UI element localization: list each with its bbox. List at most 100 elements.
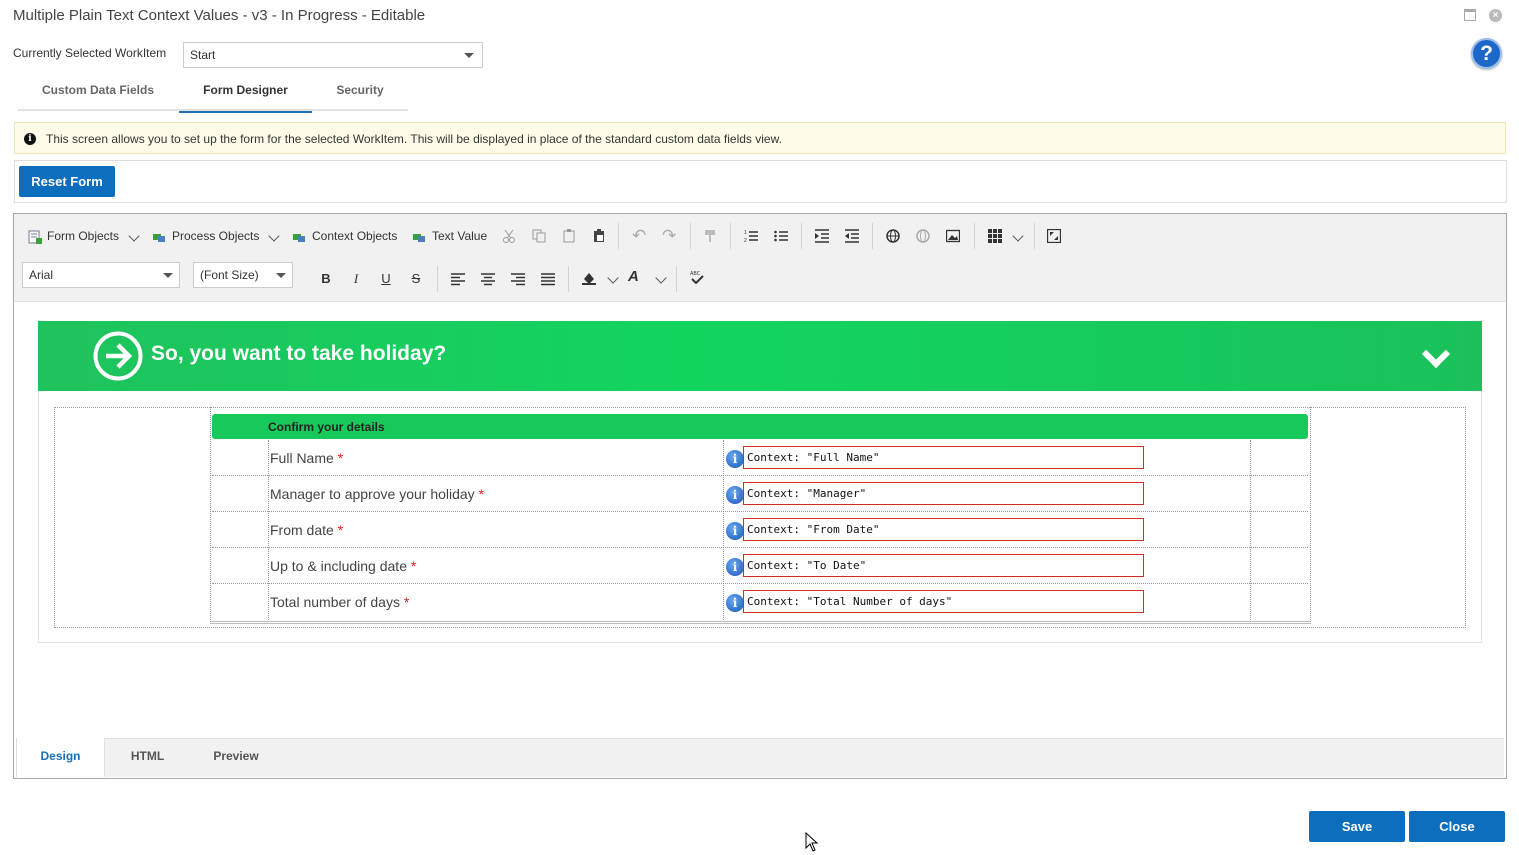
outdent-icon[interactable] bbox=[845, 229, 859, 243]
text-value-button[interactable]: Text Value bbox=[432, 229, 487, 243]
format-painter-icon[interactable] bbox=[704, 229, 718, 243]
paste-word-icon[interactable] bbox=[592, 229, 606, 243]
text-value-icon bbox=[413, 234, 425, 242]
section-title: Confirm your details bbox=[268, 420, 385, 434]
help-icon[interactable]: ? bbox=[1471, 38, 1502, 69]
font-color-icon[interactable]: A bbox=[628, 268, 639, 285]
chevron-down-icon bbox=[163, 273, 173, 278]
chevron-down-icon[interactable] bbox=[268, 230, 280, 242]
info-icon: i bbox=[24, 133, 36, 145]
reset-form-button[interactable]: Reset Form bbox=[19, 166, 115, 197]
form-objects-icon bbox=[28, 230, 42, 244]
toolbar-divider bbox=[437, 266, 438, 292]
strikethrough-button[interactable]: S bbox=[408, 271, 424, 286]
close-window-icon[interactable]: × bbox=[1489, 9, 1502, 22]
insert-image-icon[interactable] bbox=[946, 229, 960, 243]
table-row-divider bbox=[212, 475, 1308, 476]
workitem-select-value: Start bbox=[190, 48, 216, 62]
context-objects-icon bbox=[293, 234, 305, 242]
font-family-select[interactable]: Arial bbox=[22, 262, 180, 288]
svg-text:1: 1 bbox=[744, 230, 747, 236]
tab-security[interactable]: Security bbox=[314, 78, 406, 111]
required-marker: * bbox=[410, 558, 417, 574]
align-center-icon[interactable] bbox=[481, 272, 495, 286]
save-button[interactable]: Save bbox=[1309, 811, 1405, 842]
info-icon[interactable]: i bbox=[726, 594, 744, 612]
align-left-icon[interactable] bbox=[451, 272, 465, 286]
form-objects-menu[interactable]: Form Objects bbox=[47, 229, 119, 243]
table-row-label: Manager to approve your holiday * bbox=[270, 486, 485, 502]
info-banner-text: This screen allows you to set up the for… bbox=[46, 132, 782, 146]
chevron-down-icon[interactable] bbox=[655, 272, 667, 284]
font-size-value: (Font Size) bbox=[200, 268, 259, 282]
mouse-cursor-icon bbox=[805, 832, 819, 852]
context-field[interactable]: Context: "From Date" bbox=[743, 518, 1144, 541]
chevron-down-icon[interactable] bbox=[1012, 230, 1024, 242]
align-justify-icon[interactable] bbox=[541, 272, 555, 286]
font-size-select[interactable]: (Font Size) bbox=[193, 262, 293, 288]
context-field[interactable]: Context: "To Date" bbox=[743, 554, 1144, 577]
context-field[interactable]: Context: "Full Name" bbox=[743, 446, 1144, 469]
workitem-label: Currently Selected WorkItem bbox=[13, 46, 167, 60]
toolbar-divider bbox=[676, 266, 677, 292]
info-icon[interactable]: i bbox=[726, 558, 744, 576]
cut-icon[interactable] bbox=[502, 229, 516, 243]
tab-design[interactable]: Design bbox=[16, 738, 105, 777]
font-family-value: Arial bbox=[29, 268, 54, 282]
maximize-icon[interactable] bbox=[1464, 9, 1476, 21]
tab-custom-data-fields[interactable]: Custom Data Fields bbox=[18, 78, 178, 111]
toolbar-divider bbox=[974, 223, 975, 249]
table-column-divider bbox=[268, 440, 269, 620]
redo-icon[interactable]: ↷ bbox=[662, 226, 676, 246]
tab-bar: Custom Data Fields Form Designer Securit… bbox=[18, 78, 408, 113]
align-right-icon[interactable] bbox=[511, 272, 525, 286]
info-icon[interactable]: i bbox=[726, 450, 744, 468]
toolbar-divider bbox=[618, 223, 619, 249]
tab-html[interactable]: HTML bbox=[106, 738, 189, 777]
table-column-divider bbox=[723, 440, 724, 620]
copy-icon[interactable] bbox=[532, 229, 546, 243]
indent-icon[interactable] bbox=[815, 229, 829, 243]
chevron-down-icon[interactable] bbox=[607, 272, 619, 284]
svg-text:ABC: ABC bbox=[690, 271, 701, 277]
context-field[interactable]: Context: "Manager" bbox=[743, 482, 1144, 505]
info-icon[interactable]: i bbox=[726, 486, 744, 504]
bullet-list-icon[interactable] bbox=[774, 229, 788, 243]
toolbar-divider bbox=[801, 223, 802, 249]
process-objects-menu[interactable]: Process Objects bbox=[172, 229, 259, 243]
context-field[interactable]: Context: "Total Number of days" bbox=[743, 590, 1144, 613]
toolbar-divider bbox=[872, 223, 873, 249]
process-objects-icon bbox=[153, 234, 165, 242]
table-row-label: Total number of days * bbox=[270, 594, 410, 610]
fullscreen-icon[interactable] bbox=[1047, 229, 1061, 243]
tab-preview[interactable]: Preview bbox=[190, 738, 282, 777]
workitem-select[interactable]: Start bbox=[183, 42, 483, 68]
close-button[interactable]: Close bbox=[1409, 811, 1505, 842]
table-row-label: Up to & including date * bbox=[270, 558, 417, 574]
remove-link-icon[interactable] bbox=[916, 229, 930, 243]
table-row-divider bbox=[212, 583, 1308, 584]
toolbar-divider bbox=[690, 223, 691, 249]
form-header-title: So, you want to take holiday? bbox=[151, 342, 447, 365]
table-icon[interactable] bbox=[988, 229, 1002, 243]
background-color-icon[interactable] bbox=[582, 271, 596, 285]
required-marker: * bbox=[337, 522, 344, 538]
bold-button[interactable]: B bbox=[318, 271, 334, 286]
table-row-divider bbox=[212, 547, 1308, 548]
tab-form-designer[interactable]: Form Designer bbox=[179, 78, 312, 113]
underline-button[interactable]: U bbox=[378, 271, 394, 286]
italic-button[interactable]: I bbox=[348, 271, 364, 287]
info-icon[interactable]: i bbox=[726, 522, 744, 540]
context-objects-button[interactable]: Context Objects bbox=[312, 229, 397, 243]
paste-icon[interactable] bbox=[562, 229, 576, 243]
undo-icon[interactable]: ↶ bbox=[632, 226, 646, 246]
chevron-down-icon[interactable] bbox=[128, 230, 140, 242]
table-column-divider bbox=[1250, 440, 1251, 620]
insert-link-icon[interactable] bbox=[886, 229, 900, 243]
table-row-label: From date * bbox=[270, 522, 344, 538]
reset-panel bbox=[14, 160, 1507, 203]
chevron-down-icon bbox=[276, 273, 286, 278]
required-marker: * bbox=[337, 450, 344, 466]
spellcheck-icon[interactable]: ABC bbox=[690, 270, 704, 284]
numbered-list-icon[interactable]: 12 bbox=[744, 229, 758, 243]
